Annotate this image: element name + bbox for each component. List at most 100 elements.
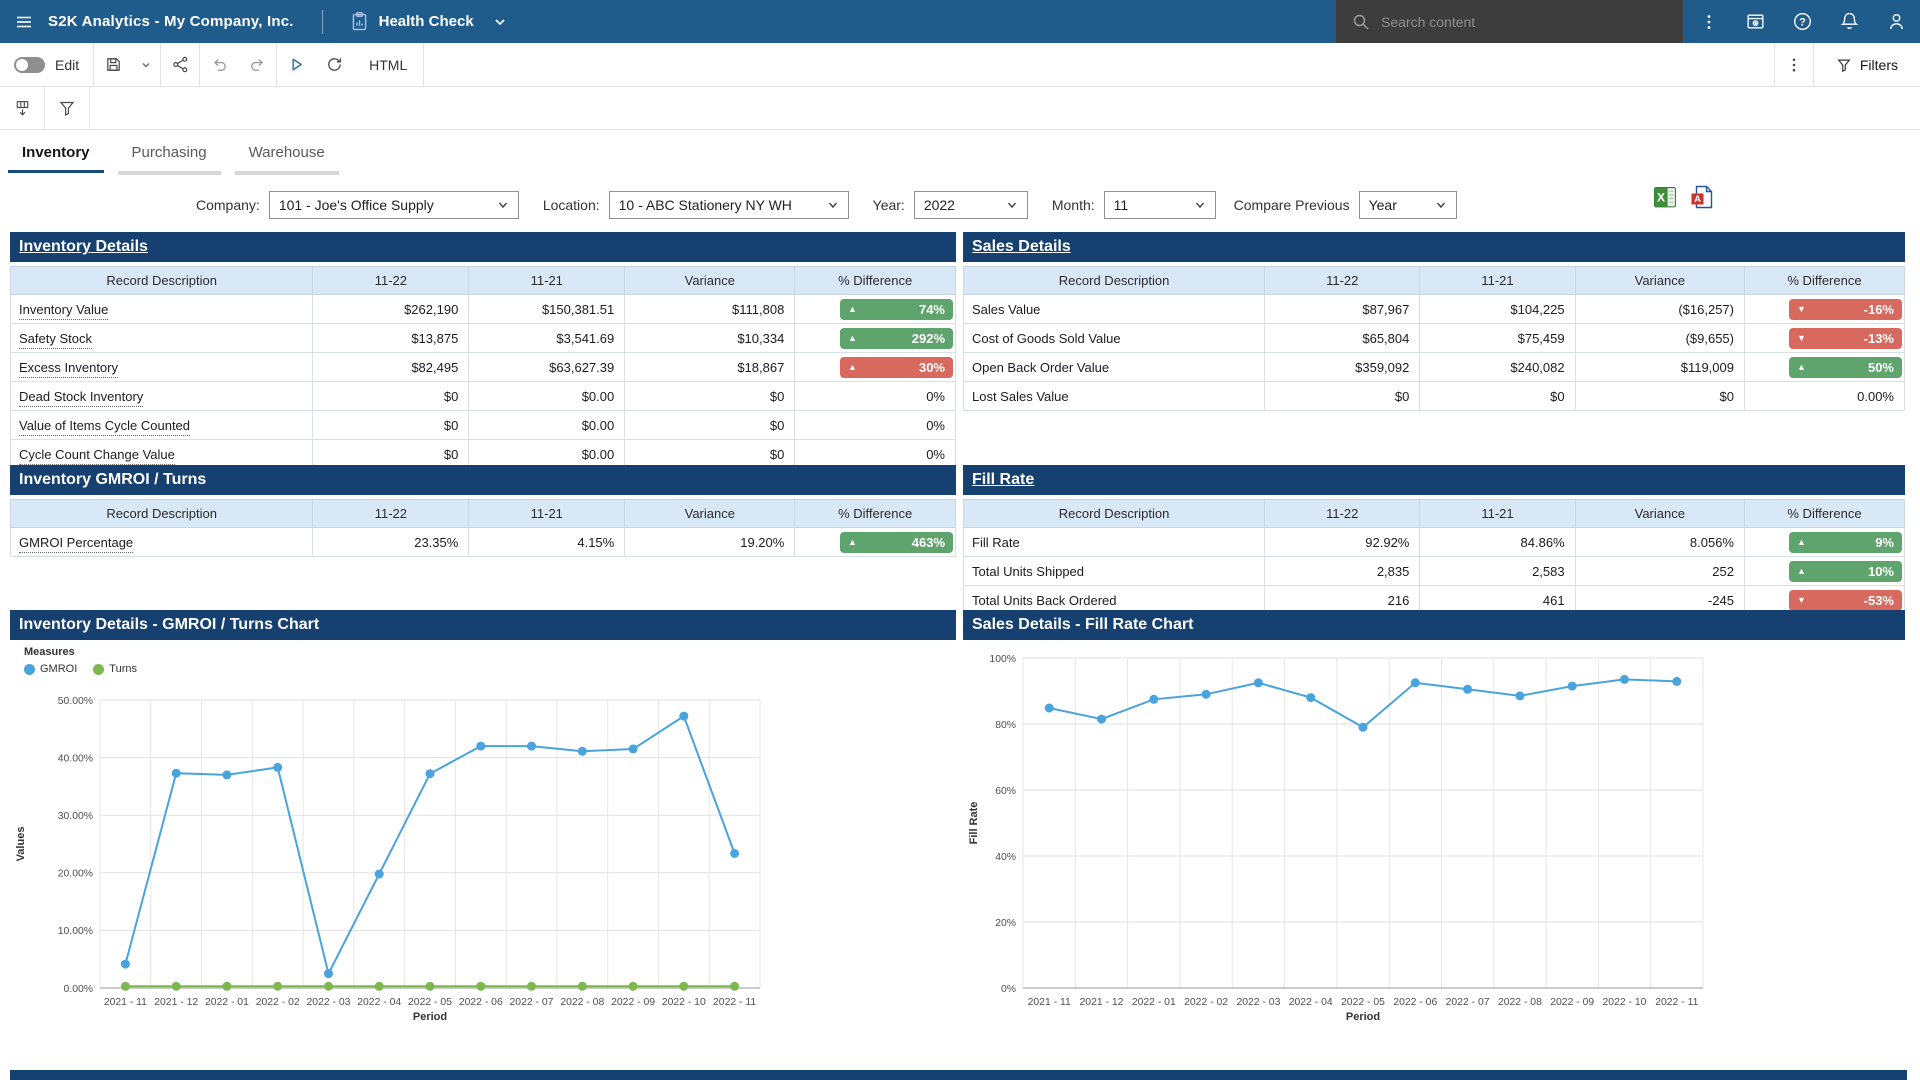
compare-previous-select[interactable]: Year	[1359, 191, 1457, 219]
fill-rate-title-link[interactable]: Fill Rate	[972, 471, 1034, 489]
svg-text:20.00%: 20.00%	[58, 869, 93, 880]
search-input[interactable]: Search content	[1336, 0, 1683, 43]
share-button[interactable]	[161, 43, 199, 86]
divider	[322, 10, 323, 34]
record-description-link[interactable]: Inventory Value	[19, 302, 108, 320]
account-button[interactable]	[1873, 0, 1920, 43]
column-header: Variance	[1575, 500, 1744, 528]
company-value: 101 - Joe's Office Supply	[279, 197, 434, 213]
save-options-button[interactable]	[132, 43, 160, 86]
svg-text:2021 - 11: 2021 - 11	[1028, 997, 1071, 1008]
fill-rate-table: Record Description11-2211-21Variance% Di…	[963, 499, 1905, 615]
difference-badge: ▲74%	[840, 299, 953, 320]
filters-button[interactable]: Filters	[1814, 43, 1920, 86]
refresh-button[interactable]	[315, 43, 353, 86]
difference-badge: ▲292%	[840, 328, 953, 349]
legend-dot	[24, 664, 35, 675]
svg-text:2022 - 09: 2022 - 09	[611, 997, 655, 1008]
sales-details-title-link[interactable]: Sales Details	[972, 238, 1071, 256]
svg-text:2022 - 03: 2022 - 03	[307, 997, 351, 1008]
table-header-row: Record Description11-2211-21Variance% Di…	[964, 500, 1905, 528]
table-row: Excess Inventory$82,495$63,627.39$18,867…	[11, 353, 956, 382]
arrow-down-icon: ▼	[1797, 596, 1806, 605]
tab-warehouse[interactable]: Warehouse	[235, 130, 339, 178]
svg-text:Period: Period	[1346, 1011, 1380, 1023]
svg-text:2022 - 04: 2022 - 04	[1289, 997, 1333, 1008]
cell-value: $0.00	[469, 411, 625, 440]
tab-inventory[interactable]: Inventory	[8, 130, 104, 178]
legend-item[interactable]: Turns	[93, 663, 137, 675]
difference-cell: 0.00%	[1744, 382, 1904, 411]
legend-item[interactable]: GMROI	[24, 663, 77, 675]
column-header: 11-22	[1265, 267, 1420, 295]
view-title: Health Check	[379, 13, 474, 30]
difference-badge: ▲9%	[1789, 532, 1902, 553]
cell-value: $0	[313, 382, 469, 411]
cell-value: $18,867	[625, 353, 795, 382]
svg-text:2022 - 07: 2022 - 07	[510, 997, 554, 1008]
cell-value: $0.00	[469, 382, 625, 411]
html-button[interactable]: HTML	[353, 43, 423, 86]
data-widgets-button[interactable]	[0, 87, 44, 130]
help-button[interactable]: ?	[1779, 0, 1826, 43]
inventory-details-section: Inventory Details Record Description11-2…	[10, 232, 956, 469]
undo-button[interactable]	[200, 43, 238, 86]
page-options-button[interactable]	[1775, 43, 1813, 86]
tab-purchasing[interactable]: Purchasing	[118, 130, 221, 178]
notifications-button[interactable]	[1826, 0, 1873, 43]
record-description-link[interactable]: GMROI Percentage	[19, 535, 133, 553]
record-description-link[interactable]: Safety Stock	[19, 331, 92, 349]
filter-widget-button[interactable]	[45, 87, 89, 130]
year-select[interactable]: 2022	[914, 191, 1028, 219]
save-button[interactable]	[94, 43, 132, 86]
svg-text:2022 - 02: 2022 - 02	[256, 997, 300, 1008]
record-description-link[interactable]: Cycle Count Change Value	[19, 447, 175, 465]
search-icon	[1352, 13, 1370, 31]
table-row: Value of Items Cycle Counted$0$0.00$00%	[11, 411, 956, 440]
view-switcher-button[interactable]	[483, 0, 517, 43]
company-select[interactable]: 101 - Joe's Office Supply	[269, 191, 519, 219]
difference-badge: ▼-16%	[1789, 299, 1902, 320]
more-options-button[interactable]	[1685, 0, 1732, 43]
arrow-down-icon: ▼	[1797, 305, 1806, 314]
arrow-up-icon: ▲	[848, 538, 857, 547]
difference-cell: ▲292%	[795, 324, 956, 353]
inventory-details-title-link[interactable]: Inventory Details	[19, 238, 148, 256]
section-banner: Inventory Details	[10, 232, 956, 262]
export-pdf-button[interactable]: A	[1690, 185, 1714, 209]
gmroi-turns-chart-section: Inventory Details - GMROI / Turns Chart …	[10, 610, 956, 1040]
redo-button[interactable]	[238, 43, 276, 86]
svg-text:2022 - 11: 2022 - 11	[1655, 997, 1698, 1008]
edit-toggle[interactable]	[14, 57, 45, 73]
tab-label: Warehouse	[249, 144, 325, 161]
svg-text:2022 - 08: 2022 - 08	[1498, 997, 1542, 1008]
column-header: 11-22	[1265, 500, 1420, 528]
section-banner: Inventory GMROI / Turns	[10, 465, 956, 495]
section-banner: Fill Rate	[963, 465, 1905, 495]
svg-text:2022 - 05: 2022 - 05	[408, 997, 452, 1008]
svg-text:2022 - 07: 2022 - 07	[1446, 997, 1490, 1008]
table-row: Sales Value$87,967$104,225($16,257)▼-16%	[964, 295, 1905, 324]
cell-value: $104,225	[1420, 295, 1575, 324]
preview-button[interactable]	[1732, 0, 1779, 43]
cell-value: $240,082	[1420, 353, 1575, 382]
difference-cell: ▲463%	[795, 528, 956, 557]
cell-value: $10,334	[625, 324, 795, 353]
column-header: % Difference	[795, 267, 956, 295]
year-value: 2022	[924, 197, 955, 213]
record-description-label: Cost of Goods Sold Value	[972, 331, 1121, 346]
run-button[interactable]	[277, 43, 315, 86]
fill-rate-chart-title: Sales Details - Fill Rate Chart	[972, 616, 1193, 634]
menu-button[interactable]	[0, 0, 48, 43]
export-excel-button[interactable]: X	[1653, 185, 1677, 209]
record-description-link[interactable]: Value of Items Cycle Counted	[19, 418, 190, 436]
location-select[interactable]: 10 - ABC Stationery NY WH	[609, 191, 849, 219]
sales-details-table: Record Description11-2211-21Variance% Di…	[963, 266, 1905, 411]
column-header: Record Description	[11, 500, 313, 528]
cell-value: 4.15%	[469, 528, 625, 557]
svg-text:2021 - 11: 2021 - 11	[104, 997, 147, 1008]
month-select[interactable]: 11	[1104, 191, 1216, 219]
record-description-link[interactable]: Dead Stock Inventory	[19, 389, 143, 407]
difference-badge: ▲10%	[1789, 561, 1902, 582]
record-description-link[interactable]: Excess Inventory	[19, 360, 118, 378]
